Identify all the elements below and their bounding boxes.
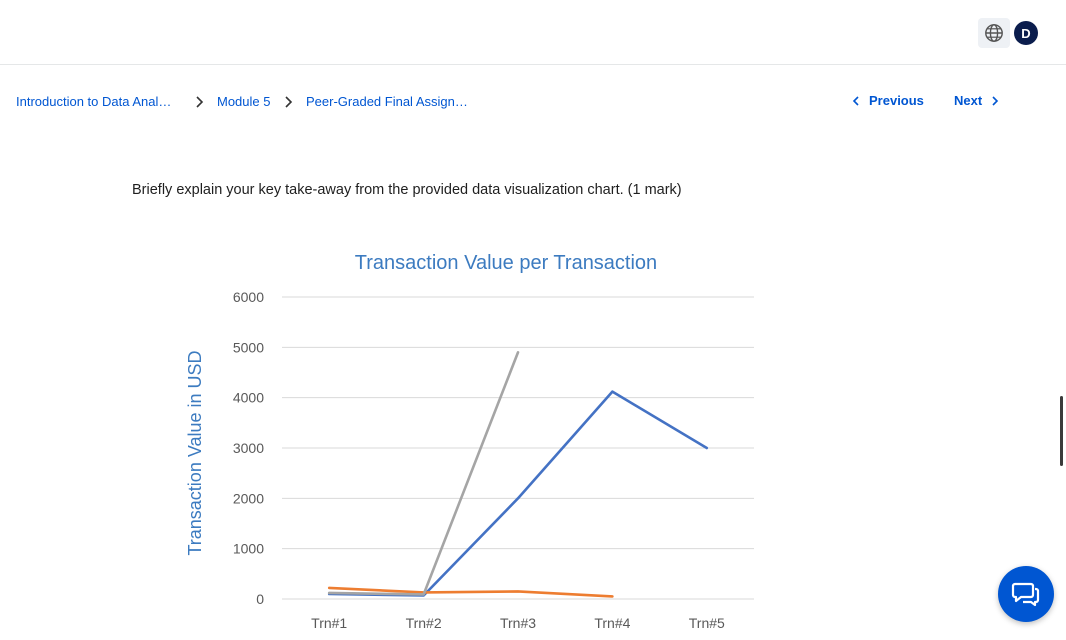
avatar[interactable]: D	[1014, 21, 1038, 45]
y-tick-label: 5000	[233, 339, 264, 355]
top-bar: D	[0, 0, 1066, 65]
previous-label: Previous	[869, 93, 924, 108]
x-tick-label: Trn#5	[689, 615, 725, 631]
y-tick-label: 0	[256, 591, 264, 607]
next-button[interactable]: Next	[954, 93, 1000, 108]
breadcrumb-module[interactable]: Module 5	[217, 94, 270, 109]
chart-title: Transaction Value per Transaction	[355, 252, 657, 274]
chevron-left-icon	[852, 95, 859, 106]
x-tick-label: Trn#3	[500, 615, 536, 631]
series-line-1	[327, 390, 709, 597]
chevron-right-icon	[196, 96, 204, 108]
breadcrumb-assignment[interactable]: Peer-Graded Final Assign…	[306, 94, 468, 109]
next-label: Next	[954, 93, 983, 108]
y-tick-label: 6000	[233, 289, 264, 305]
chat-icon	[1011, 582, 1040, 607]
breadcrumb-bar: Introduction to Data Anal… Module 5 Peer…	[0, 85, 1066, 121]
x-tick-label: Trn#4	[594, 615, 630, 631]
chat-button[interactable]	[998, 566, 1054, 622]
language-button[interactable]	[978, 18, 1010, 48]
scrollbar-thumb[interactable]	[1060, 396, 1063, 466]
chart-image: Transaction Value per Transaction Transac…	[160, 240, 780, 635]
question-text: Briefly explain your key take-away from …	[132, 182, 682, 198]
x-tick-label: Trn#2	[406, 615, 442, 631]
y-tick-label: 4000	[233, 390, 264, 406]
line-chart: Transaction Value per Transaction Transac…	[185, 252, 754, 631]
y-tick-label: 1000	[233, 541, 264, 557]
y-tick-label: 3000	[233, 440, 264, 456]
globe-icon	[985, 24, 1003, 42]
breadcrumb-course[interactable]: Introduction to Data Anal…	[16, 94, 171, 109]
y-tick-label: 2000	[233, 490, 264, 506]
chevron-right-icon	[992, 95, 999, 106]
chevron-right-icon	[285, 96, 293, 108]
y-axis-label: Transaction Value in USD	[185, 350, 205, 555]
previous-button[interactable]: Previous	[851, 93, 924, 108]
x-tick-label: Trn#1	[311, 615, 347, 631]
series-line-3	[327, 351, 520, 596]
